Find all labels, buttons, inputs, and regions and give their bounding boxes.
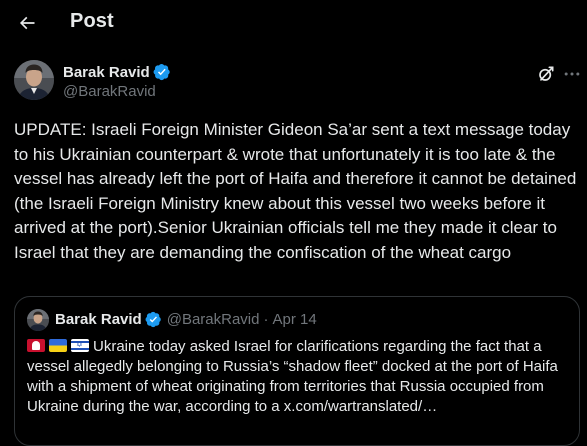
quoted-post-card[interactable]: Barak Ravid @BarakRavid · Apr 14 Ukraine… [14,296,580,446]
grok-icon [539,66,554,81]
alarm-light-icon [27,339,45,352]
author-name-link[interactable]: Barak Ravid [63,63,171,81]
quoted-post-header: Barak Ravid @BarakRavid · Apr 14 [55,311,317,328]
post-author-row: Barak Ravid @BarakRavid [14,60,580,104]
avatar[interactable] [14,60,54,100]
author-name: Barak Ravid [63,63,150,81]
quoted-author-handle: @BarakRavid [166,311,260,328]
post-text: UPDATE: Israeli Foreign Minister Gideon … [14,120,577,262]
israel-flag-icon [71,339,89,352]
quoted-author-name: Barak Ravid [55,311,142,328]
separator-dot: · [263,311,269,328]
author-handle[interactable]: @BarakRavid [63,83,156,100]
grok-button[interactable] [534,62,558,86]
quoted-avatar [27,309,49,331]
more-horizontal-icon [564,72,580,76]
page-title: Post [70,10,114,32]
quoted-post-text: Ukraine today asked Israel for clarifica… [27,338,558,415]
verified-badge-icon [145,311,162,328]
ukraine-flag-icon [49,339,67,352]
quoted-post-date: Apr 14 [272,311,317,328]
top-bar: Post [0,0,587,48]
quoted-post-body: Ukraine today asked Israel for clarifica… [27,337,567,417]
back-button[interactable] [10,6,44,40]
arrow-left-icon [19,16,35,30]
more-options-button[interactable] [560,62,584,86]
verified-badge-icon [153,63,171,81]
